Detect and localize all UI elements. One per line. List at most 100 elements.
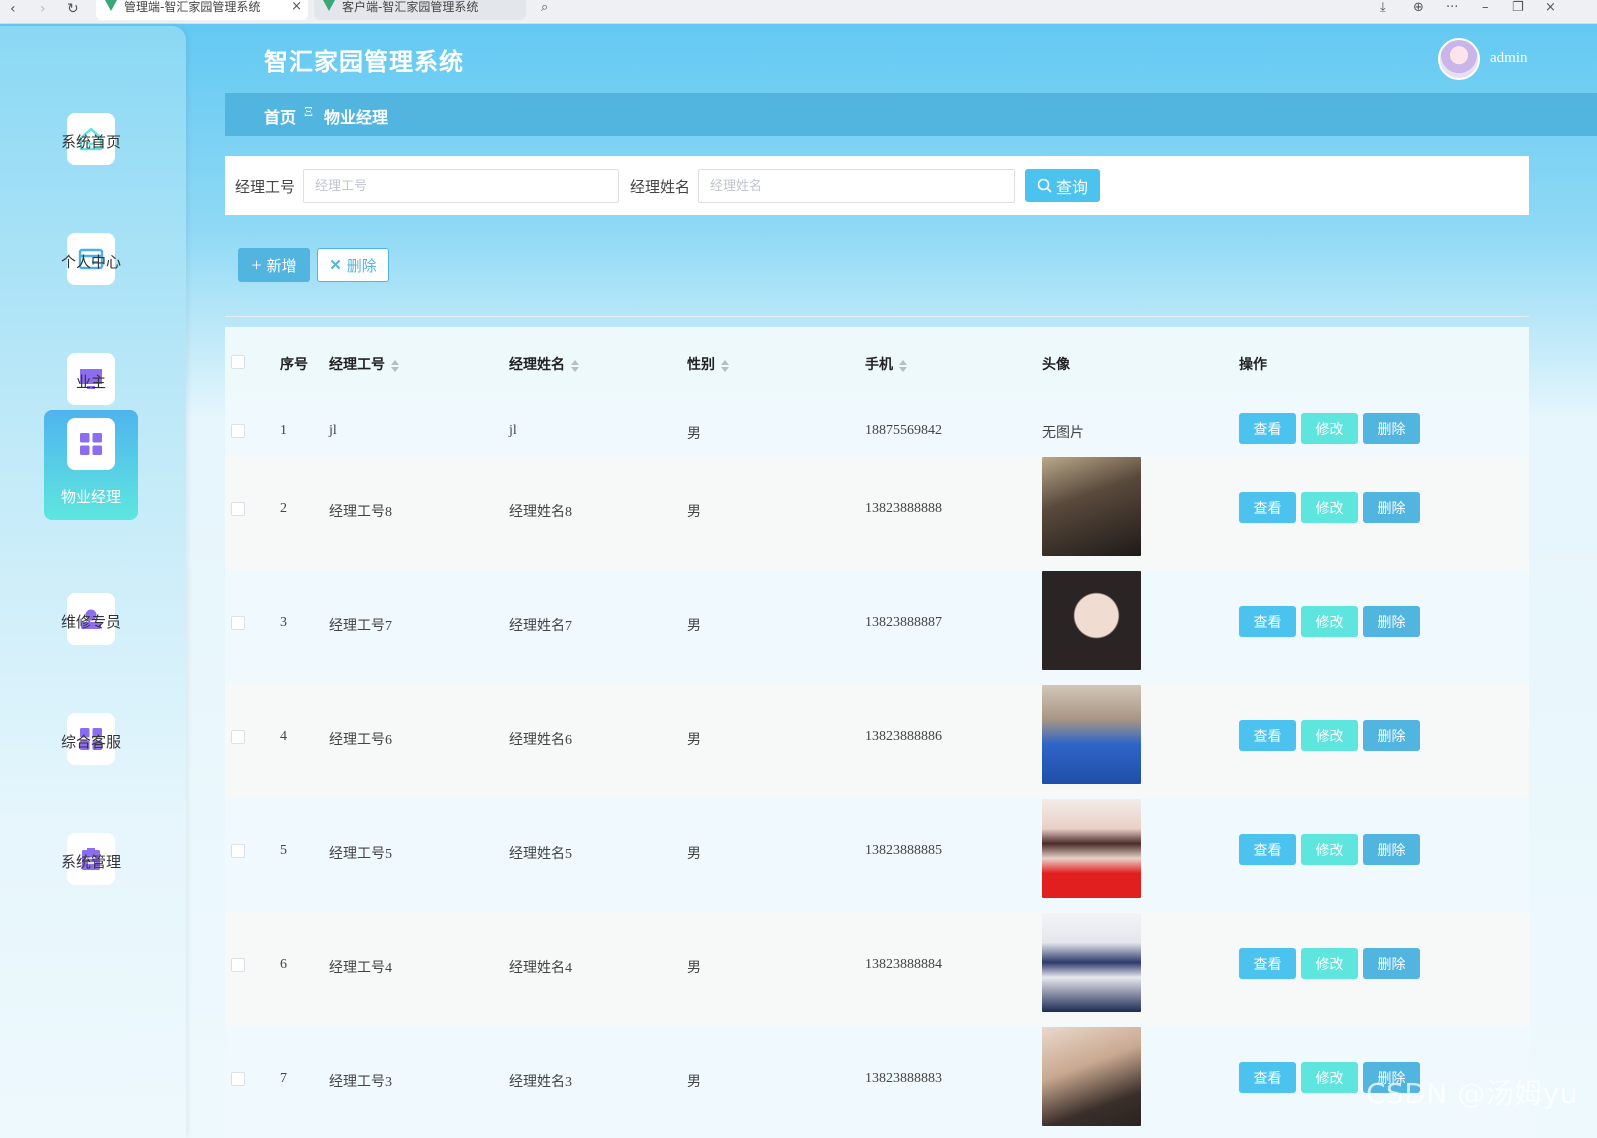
query-button[interactable]: 查询 [1025, 169, 1100, 202]
avatar-photo[interactable] [1042, 685, 1141, 784]
row-manager-name: 经理姓名4 [509, 961, 572, 976]
view-button[interactable]: 查看 [1239, 948, 1296, 979]
globe-icon[interactable]: ⊕ [1413, 0, 1424, 15]
view-button[interactable]: 查看 [1239, 834, 1296, 865]
column-header-name[interactable]: 经理姓名 [509, 354, 579, 374]
row-checkbox[interactable] [231, 730, 245, 744]
more-icon[interactable]: ··· [1446, 0, 1458, 15]
edit-button[interactable]: 修改 [1301, 413, 1358, 444]
avatar-photo[interactable] [1042, 457, 1141, 556]
table-row: 1 jl jl 男 18875569842 无图片 查看 修改 删除 [225, 399, 1529, 456]
restore-icon[interactable]: ❐ [1512, 0, 1524, 15]
select-all-checkbox[interactable] [231, 355, 245, 369]
sidebar-item-repair[interactable]: 维修专员 [44, 536, 138, 646]
delete-button[interactable]: 删除 [1363, 834, 1420, 865]
manager-name-input[interactable] [698, 169, 1015, 203]
table-header: 序号 经理工号 经理姓名 性别 手机 头像 操作 [225, 327, 1529, 399]
sidebar-item-label: 物业经理 [60, 490, 121, 506]
search-icon[interactable]: ⌕ [541, 0, 548, 15]
row-index: 1 [280, 423, 287, 438]
row-manager-name: jl [509, 423, 517, 438]
sort-icon[interactable] [391, 359, 399, 372]
view-button[interactable]: 查看 [1239, 492, 1296, 523]
browser-tab-client[interactable]: 客户端-智汇家园管理系统 [314, 0, 526, 20]
row-gender: 男 [687, 505, 701, 520]
search-panel: 经理工号 经理姓名 查询 [225, 156, 1529, 215]
user-name[interactable]: admin [1490, 50, 1528, 67]
back-icon[interactable]: ‹ [10, 1, 16, 17]
view-button[interactable]: 查看 [1239, 720, 1296, 751]
row-manager-id: 经理工号4 [329, 961, 392, 976]
batch-delete-button[interactable]: ✕ 删除 [317, 248, 389, 282]
sidebar-item-home[interactable]: 系统首页 [44, 56, 138, 166]
tab-close-icon[interactable]: × [291, 0, 302, 14]
sidebar-item-label: 维修专员 [60, 615, 121, 631]
view-button[interactable]: 查看 [1239, 1062, 1296, 1093]
user-avatar[interactable] [1438, 38, 1480, 80]
row-phone: 13823888888 [865, 501, 942, 516]
delete-button[interactable]: 删除 [1363, 606, 1420, 637]
sidebar-item-owner[interactable]: 业主 [44, 296, 138, 406]
row-checkbox[interactable] [231, 958, 245, 972]
avatar-photo[interactable] [1042, 1027, 1141, 1126]
column-header-gender[interactable]: 性别 [687, 354, 729, 374]
watermark: CSDN @汤姆yu [1366, 1077, 1579, 1110]
manager-id-input[interactable] [303, 169, 619, 203]
edit-button[interactable]: 修改 [1301, 834, 1358, 865]
sidebar-item-profile[interactable]: 个人中心 [44, 176, 138, 286]
sidebar-item-system[interactable]: 系统管理 [44, 776, 138, 886]
edit-button[interactable]: 修改 [1301, 492, 1358, 523]
edit-button[interactable]: 修改 [1301, 948, 1358, 979]
row-avatar-empty: 无图片 [1042, 426, 1084, 441]
edit-button[interactable]: 修改 [1301, 1062, 1358, 1093]
minimize-icon[interactable]: – [1482, 0, 1489, 15]
browser-toolbar: ‹ › ↻ 管理端-智汇家园管理系统 × 客户端-智汇家园管理系统 ⌕ ⤓ ⊕ … [0, 0, 1597, 24]
add-label: 新增 [266, 258, 297, 275]
row-index: 2 [280, 501, 287, 516]
column-header-id[interactable]: 经理工号 [329, 354, 399, 374]
row-checkbox[interactable] [231, 502, 245, 516]
add-button[interactable]: + 新增 [238, 248, 310, 282]
row-checkbox[interactable] [231, 424, 245, 438]
sort-icon[interactable] [899, 359, 907, 372]
reload-icon[interactable]: ↻ [67, 1, 79, 17]
row-checkbox[interactable] [231, 844, 245, 858]
sidebar-item-label: 系统首页 [60, 135, 121, 151]
close-icon[interactable]: × [1545, 0, 1556, 15]
row-manager-name: 经理姓名8 [509, 505, 572, 520]
column-header-phone[interactable]: 手机 [865, 354, 907, 374]
browser-tab-admin[interactable]: 管理端-智汇家园管理系统 × [96, 0, 308, 20]
row-index: 3 [280, 615, 287, 630]
download-icon[interactable]: ⤓ [1380, 0, 1386, 15]
table-row: 2 经理工号8 经理姓名8 男 13823888888 查看 修改 删除 [225, 456, 1529, 570]
row-phone: 13823888886 [865, 729, 942, 744]
view-button[interactable]: 查看 [1239, 413, 1296, 444]
sidebar-item-manager[interactable]: 物业经理 [44, 410, 138, 520]
edit-button[interactable]: 修改 [1301, 606, 1358, 637]
breadcrumb-home[interactable]: 首页 [264, 104, 296, 128]
avatar-photo[interactable] [1042, 799, 1141, 898]
view-button[interactable]: 查看 [1239, 606, 1296, 637]
row-manager-id: 经理工号6 [329, 733, 392, 748]
row-phone: 13823888887 [865, 615, 942, 630]
delete-button[interactable]: 删除 [1363, 413, 1420, 444]
breadcrumb-separator-icon: Ξ [304, 105, 314, 120]
delete-button[interactable]: 删除 [1363, 492, 1420, 523]
forward-icon[interactable]: › [40, 1, 46, 17]
column-header-label: 经理工号 [329, 358, 385, 373]
row-checkbox[interactable] [231, 1072, 245, 1086]
sort-icon[interactable] [721, 359, 729, 372]
sidebar-item-label: 业主 [75, 375, 106, 391]
delete-button[interactable]: 删除 [1363, 720, 1420, 751]
avatar-photo[interactable] [1042, 571, 1141, 670]
avatar-photo[interactable] [1042, 913, 1141, 1012]
edit-button[interactable]: 修改 [1301, 720, 1358, 751]
row-gender: 男 [687, 847, 701, 862]
delete-button[interactable]: 删除 [1363, 948, 1420, 979]
sort-icon[interactable] [571, 359, 579, 372]
sidebar-item-label: 综合客服 [60, 735, 121, 751]
row-phone: 13823888885 [865, 843, 942, 858]
row-manager-id: jl [329, 423, 337, 438]
row-checkbox[interactable] [231, 616, 245, 630]
sidebar-item-service[interactable]: 综合客服 [44, 656, 138, 766]
